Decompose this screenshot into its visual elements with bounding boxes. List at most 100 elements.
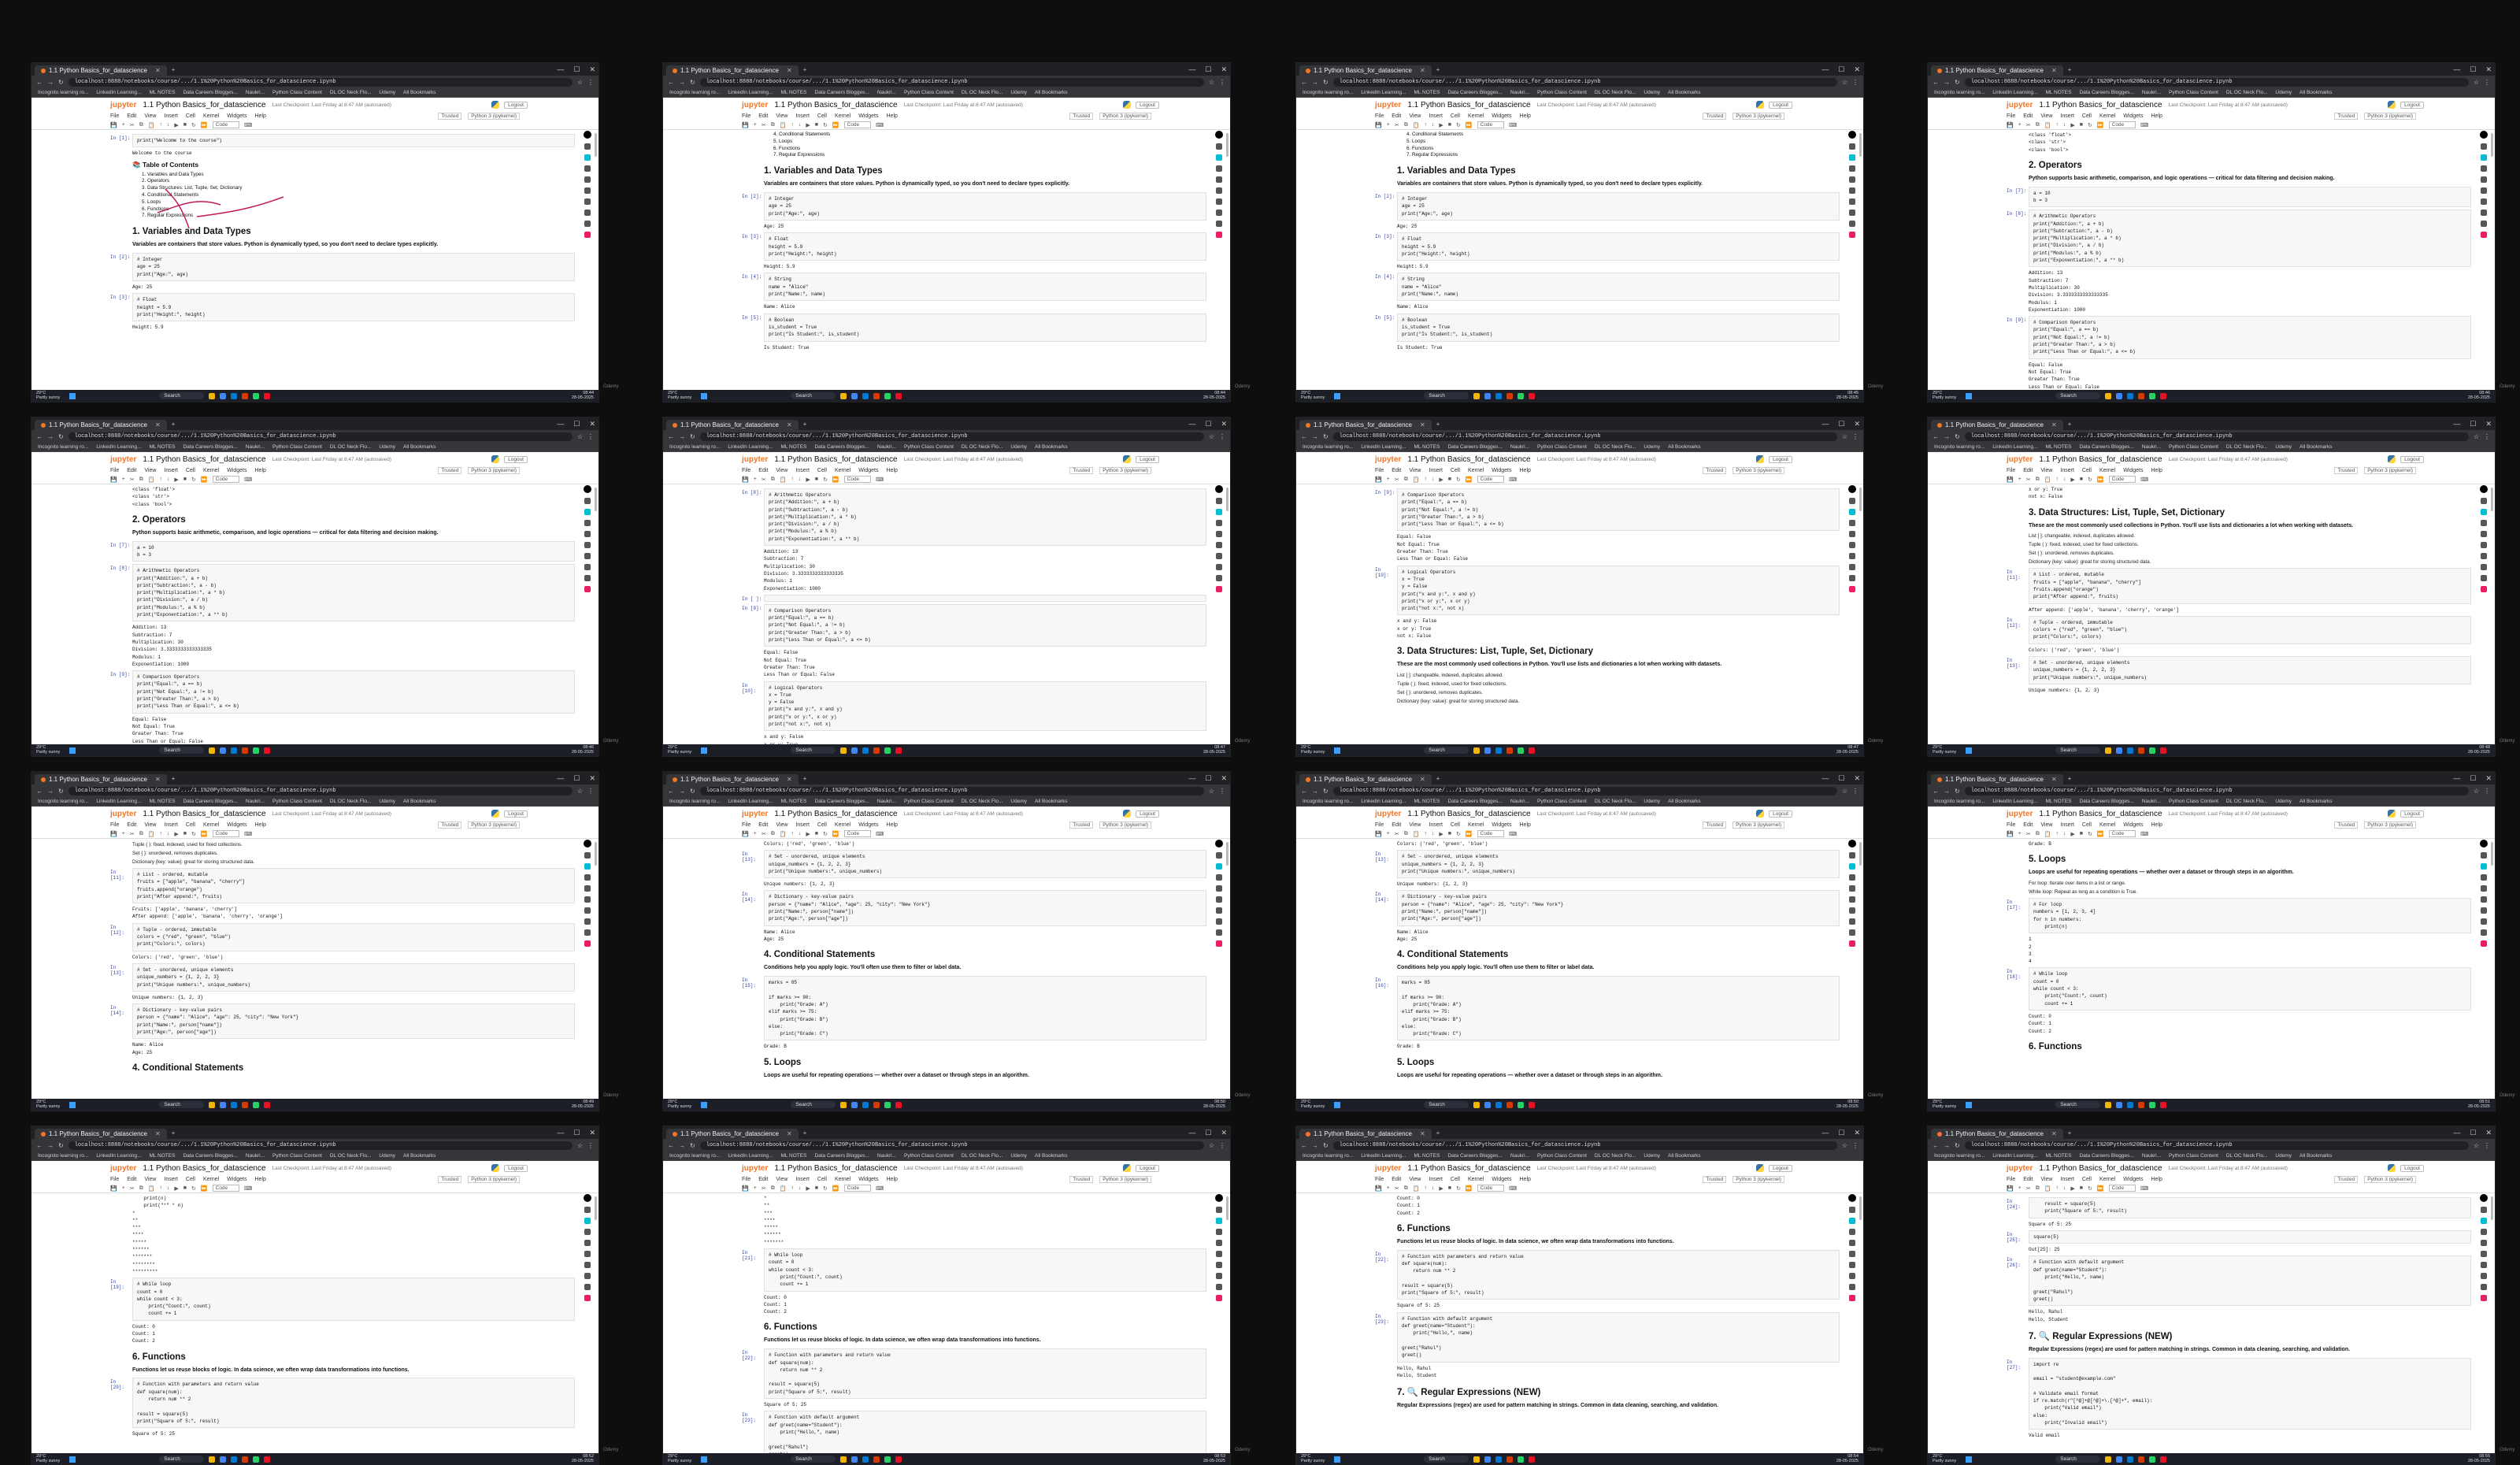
new-tab-icon[interactable]: + — [2068, 775, 2072, 782]
move-up-icon[interactable]: ↑ — [2055, 1185, 2059, 1191]
maximize-icon[interactable]: ☐ — [1838, 65, 1844, 74]
edge-icon[interactable] — [230, 1456, 237, 1463]
maximize-icon[interactable]: ☐ — [2470, 1129, 2476, 1137]
code-cell[interactable]: In [12]: # Tuple - ordered, immutable col… — [110, 922, 575, 951]
move-up-icon[interactable]: ↑ — [159, 831, 162, 836]
star-icon[interactable]: ☆ — [1842, 788, 1847, 795]
bookmark-item[interactable]: Data Careers Blogges... — [814, 444, 869, 450]
office-icon[interactable] — [1506, 1456, 1513, 1463]
forward-icon[interactable]: → — [47, 788, 54, 795]
menu-view[interactable]: View — [1409, 468, 1421, 473]
text-tool-icon[interactable] — [1849, 1262, 1855, 1268]
code-cell[interactable]: In [13]: # Set - unordered, unique elemen… — [110, 962, 575, 992]
menu-file[interactable]: File — [2007, 1177, 2015, 1182]
office-icon[interactable] — [2137, 1456, 2144, 1463]
bookmark-item[interactable]: Incognito learning ro... — [38, 90, 88, 95]
close-window-icon[interactable]: ✕ — [2485, 420, 2492, 428]
recorder-icon[interactable] — [2159, 392, 2166, 399]
move-down-icon[interactable]: ↓ — [2063, 1185, 2066, 1191]
record-icon[interactable] — [584, 1194, 591, 1202]
bookmark-item[interactable]: Naukri... — [246, 799, 265, 804]
code-cell[interactable]: In [26]: # Function with default argument… — [2007, 1255, 2471, 1307]
record-icon[interactable] — [2480, 485, 2488, 493]
recorder-icon[interactable] — [2159, 1101, 2166, 1108]
text-tool-icon[interactable] — [584, 198, 591, 205]
undo-icon[interactable] — [2481, 564, 2487, 570]
menu-icon[interactable]: ⋮ — [1852, 79, 1858, 86]
eraser-icon[interactable] — [2481, 885, 2487, 892]
bookmark-item[interactable]: DL OC Neck Flo... — [1595, 1153, 1636, 1159]
move-up-icon[interactable]: ↑ — [159, 477, 162, 482]
menu-help[interactable]: Help — [255, 822, 266, 828]
menu-view[interactable]: View — [2040, 468, 2052, 473]
code-input[interactable]: # While loop count = 0 while count < 3: … — [2029, 967, 2471, 1011]
highlighter-icon[interactable] — [1216, 509, 1222, 515]
move-up-icon[interactable]: ↑ — [1424, 1185, 1427, 1191]
toc-item[interactable]: 1. Variables and Data Types — [142, 172, 575, 179]
bookmark-item[interactable]: Python Class Content — [2169, 799, 2218, 804]
jupyter-logo[interactable]: jupyter — [2007, 455, 2033, 464]
star-icon[interactable]: ☆ — [577, 433, 583, 440]
stop-icon[interactable]: ■ — [815, 122, 818, 128]
jupyter-logo[interactable]: jupyter — [742, 101, 768, 109]
bookmark-item[interactable]: ML NOTES — [1414, 444, 1440, 450]
taskbar-clock[interactable]: 08:48 28-05-2025 — [2468, 745, 2490, 755]
close-tab-icon[interactable]: ✕ — [155, 67, 161, 74]
code-cell[interactable]: In [7]: a = 10 b = 3 — [110, 540, 575, 562]
jupyter-logo[interactable]: jupyter — [742, 455, 768, 464]
bookmark-item[interactable]: Python Class Content — [272, 444, 322, 450]
clear-icon[interactable] — [1216, 221, 1222, 227]
star-icon[interactable]: ☆ — [577, 1142, 583, 1149]
bookmark-item[interactable]: LinkedIn Learning... — [96, 444, 141, 450]
close-tab-icon[interactable]: ✕ — [155, 421, 161, 428]
bookmark-item[interactable]: Naukri... — [877, 444, 896, 450]
stop-icon[interactable]: ■ — [815, 1185, 818, 1191]
menu-cell[interactable]: Cell — [817, 1177, 827, 1182]
recorder-icon[interactable] — [895, 1456, 902, 1463]
back-icon[interactable]: ← — [36, 788, 43, 795]
menu-cell[interactable]: Cell — [2082, 468, 2092, 473]
color-pink-icon[interactable] — [2481, 1295, 2487, 1301]
menu-cell[interactable]: Cell — [2082, 113, 2092, 119]
code-input[interactable]: # Arithmetic Operators print("Addition:"… — [132, 564, 575, 622]
bookmark-item[interactable]: All Bookmarks — [2300, 90, 2333, 95]
pen-icon[interactable] — [1216, 498, 1222, 504]
scrollbar[interactable] — [595, 1196, 597, 1220]
taskbar-clock[interactable]: 08:47 28-05-2025 — [1836, 745, 1858, 755]
menu-widgets[interactable]: Widgets — [1492, 113, 1511, 119]
menu-file[interactable]: File — [1375, 822, 1384, 828]
bookmark-item[interactable]: ML NOTES — [2045, 799, 2071, 804]
notebook-name[interactable]: 1.1 Python Basics_for_datascience — [774, 810, 897, 818]
fast-forward-icon[interactable]: ⏩ — [1466, 477, 1473, 483]
weather-widget[interactable]: 29°C Partly sunny — [1933, 1100, 1956, 1110]
code-input[interactable]: # For loop numbers = [1, 2, 3, 4] for n … — [2029, 898, 2471, 934]
whatsapp-icon[interactable] — [1517, 392, 1524, 399]
eraser-icon[interactable] — [2481, 531, 2487, 537]
text-tool-icon[interactable] — [2481, 907, 2487, 914]
eraser-icon[interactable] — [1216, 1240, 1222, 1246]
minimize-icon[interactable]: — — [557, 420, 564, 428]
close-window-icon[interactable]: ✕ — [1221, 774, 1227, 783]
menu-edit[interactable]: Edit — [2023, 468, 2033, 473]
shape-icon[interactable] — [1216, 896, 1222, 903]
highlighter-icon[interactable] — [1849, 863, 1855, 870]
logout-button[interactable]: Logout — [504, 101, 528, 109]
undo-icon[interactable] — [1216, 564, 1222, 570]
add-cell-icon[interactable]: + — [1387, 122, 1390, 128]
minimize-icon[interactable]: — — [2453, 1129, 2460, 1137]
menu-widgets[interactable]: Widgets — [2123, 113, 2143, 119]
code-cell[interactable]: In [23]: # Function with default argument… — [1375, 1311, 1840, 1363]
bookmark-item[interactable]: DL OC Neck Flo... — [330, 444, 372, 450]
whatsapp-icon[interactable] — [2148, 1456, 2155, 1463]
keyboard-icon[interactable]: ⌨ — [876, 831, 884, 837]
bookmark-item[interactable]: Data Careers Blogges... — [1447, 1153, 1502, 1159]
browser-tab[interactable]: 1.1 Python Basics_for_datascience ✕ — [1299, 420, 1432, 430]
back-icon[interactable]: ← — [1933, 79, 1939, 86]
eraser-icon[interactable] — [1849, 1240, 1855, 1246]
text-tool-icon[interactable] — [1216, 1262, 1222, 1268]
clear-icon[interactable] — [1849, 1284, 1855, 1290]
save-icon[interactable]: 💾 — [110, 1185, 117, 1192]
close-tab-icon[interactable]: ✕ — [155, 776, 161, 783]
color-pink-icon[interactable] — [584, 1295, 591, 1301]
menu-file[interactable]: File — [110, 822, 119, 828]
